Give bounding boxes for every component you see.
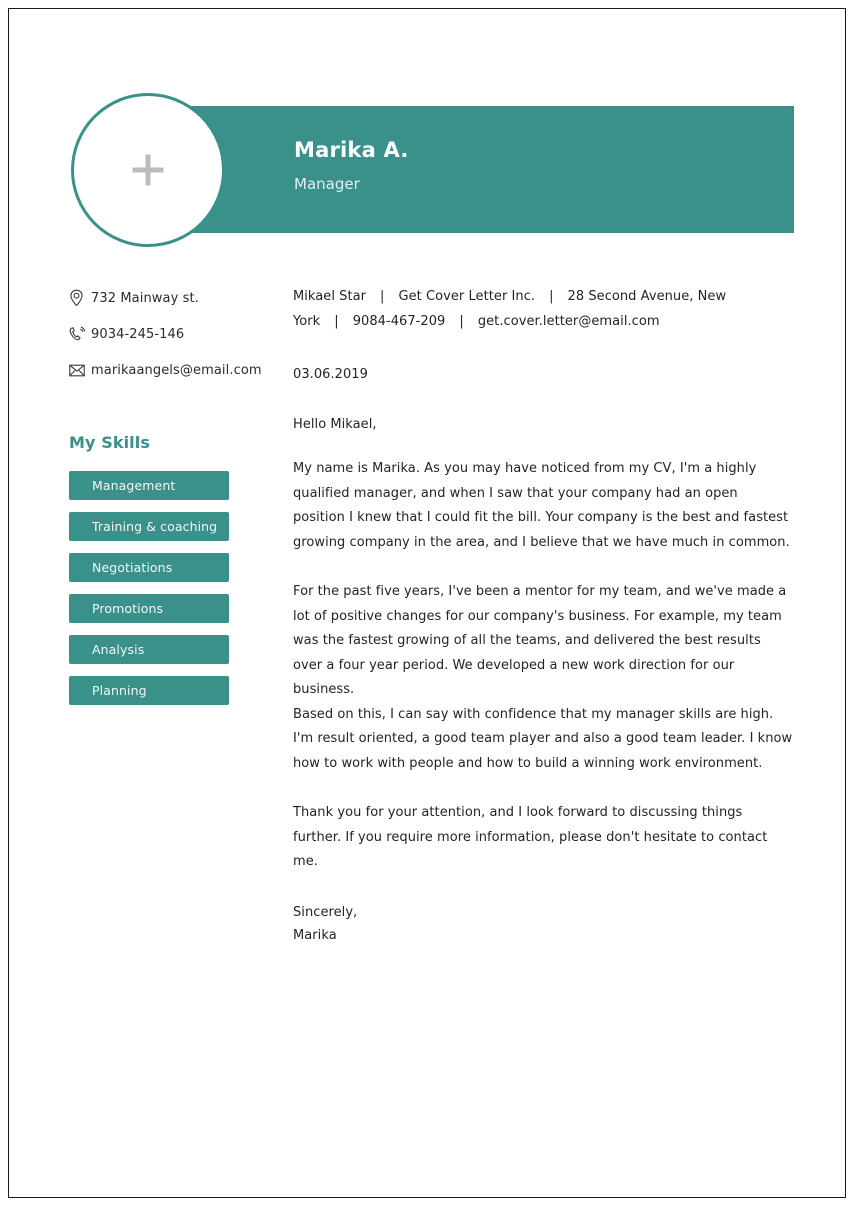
contact-phone: 9034-245-146 (69, 316, 274, 352)
applicant-name: Marika A. (294, 138, 409, 162)
recipient-phone: 9084-467-209 (352, 314, 446, 329)
skill-pill: Negotiations (69, 553, 229, 582)
header-banner: Marika A. Manager (148, 106, 794, 233)
skill-label: Analysis (92, 642, 145, 657)
letter-paragraph: For the past five years, I've been a men… (293, 584, 787, 698)
skill-label: Promotions (92, 601, 164, 616)
skill-label: Management (92, 478, 176, 493)
plus-icon (132, 154, 164, 186)
letter-date: 03.06.2019 (293, 367, 368, 382)
recipient-separator: | (380, 289, 385, 304)
letter-paragraph: My name is Marika. As you may have notic… (293, 461, 790, 550)
envelope-icon (69, 361, 91, 379)
skills-section-title: My Skills (69, 433, 150, 452)
recipient-separator: | (334, 314, 339, 329)
recipient-company: Get Cover Letter Inc. (398, 289, 536, 304)
recipient-name: Mikael Star (293, 289, 367, 304)
phone-icon (69, 325, 91, 343)
contact-email-text: marikaangels@email.com (91, 362, 262, 378)
skill-label: Planning (92, 683, 147, 698)
cover-letter-page: Marika A. Manager 732 Mainway st. 9034-2… (8, 8, 846, 1198)
sidebar: 732 Mainway st. 9034-245-146 marikaangel… (69, 280, 274, 717)
letter-paragraph: Based on this, I can say with confidence… (293, 706, 793, 771)
letter-paragraph: Thank you for your attention, and I look… (293, 805, 768, 870)
location-pin-icon (69, 289, 91, 307)
contact-phone-text: 9034-245-146 (91, 326, 185, 342)
recipient-separator: | (459, 314, 464, 329)
skills-list: Management Training & coaching Negotiati… (69, 452, 274, 705)
closing-text: Sincerely, (293, 904, 358, 920)
skill-label: Training & coaching (92, 519, 218, 534)
recipient-email: get.cover.letter@email.com (477, 314, 660, 329)
recipient-block: Mikael Star | Get Cover Letter Inc. | 28 Sec… (293, 284, 789, 334)
skill-pill: Planning (69, 676, 229, 705)
signature-name: Marika (293, 927, 337, 943)
contact-address: 732 Mainway st. (69, 280, 274, 316)
skill-pill: Management (69, 471, 229, 500)
skill-pill: Promotions (69, 594, 229, 623)
skill-pill: Training & coaching (69, 512, 229, 541)
photo-placeholder[interactable] (71, 93, 225, 247)
letter-salutation: Hello Mikael, (293, 416, 377, 432)
skill-label: Negotiations (92, 560, 173, 575)
contact-email: marikaangels@email.com (69, 352, 274, 388)
applicant-job-title: Manager (294, 175, 360, 194)
contact-address-text: 732 Mainway st. (91, 290, 199, 306)
letter-body: Mikael Star | Get Cover Letter Inc. | 28 Sec… (293, 284, 793, 947)
skill-pill: Analysis (69, 635, 229, 664)
header-text-block: Marika A. Manager (294, 138, 754, 194)
letter-closing: Sincerely, Marika (293, 875, 793, 947)
recipient-separator: | (549, 289, 554, 304)
